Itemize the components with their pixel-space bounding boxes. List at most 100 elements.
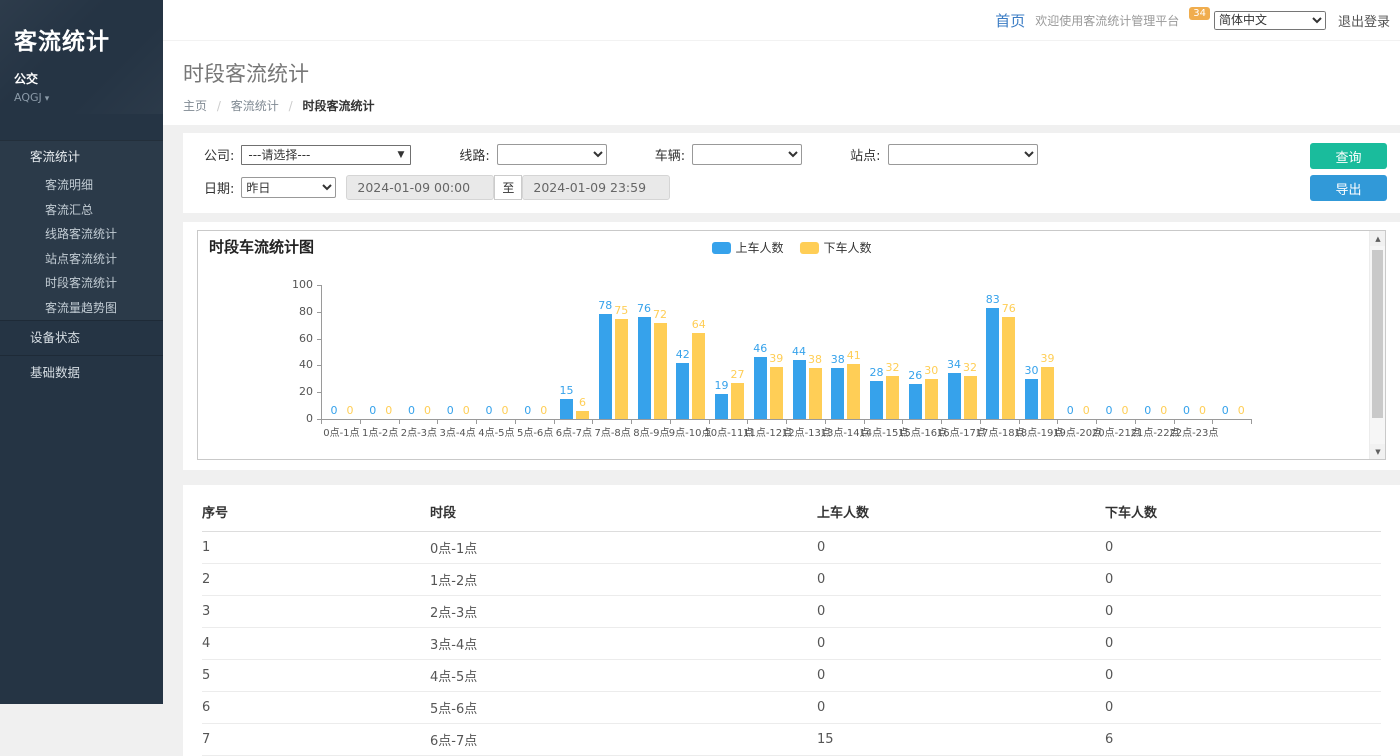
table-row: 32点-3点00 [202, 596, 1381, 628]
date-to-input[interactable] [522, 175, 670, 200]
table-cell: 6 [1105, 724, 1381, 756]
breadcrumb-separator: / [217, 99, 221, 113]
col-header-period: 时段 [430, 491, 817, 532]
x-axis-tick [980, 420, 981, 424]
x-axis-tick [592, 420, 593, 424]
bar-boarding [948, 373, 961, 419]
col-header-index: 序号 [202, 491, 430, 532]
company-select-value: ---请选择--- [248, 146, 310, 163]
scroll-down-icon[interactable]: ▼ [1370, 444, 1386, 459]
y-axis-tick-label: 80 [275, 305, 313, 318]
y-axis-tick [317, 339, 321, 340]
bar-alighting [809, 368, 822, 419]
x-axis-tick [1057, 420, 1058, 424]
scrollbar-thumb[interactable] [1372, 250, 1383, 418]
sidebar-subitem-flow-detail[interactable]: 客流明细 [0, 173, 163, 198]
date-preset-select[interactable]: 昨日 [241, 177, 336, 198]
x-axis-tick [786, 420, 787, 424]
x-axis-label: 8点-9点 [632, 424, 671, 439]
x-axis-tick [554, 420, 555, 424]
sidebar-subitem-station-flow-stats[interactable]: 站点客流统计 [0, 247, 163, 272]
company-select[interactable]: ---请选择--- ▼ [241, 145, 411, 165]
bar-group: 00 [477, 285, 516, 419]
bar-group: 00 [1097, 285, 1136, 419]
org-code-dropdown[interactable]: AQGJ▾ [14, 91, 149, 104]
company-label: 公司: [204, 145, 234, 164]
export-button[interactable]: 导出 [1310, 175, 1387, 201]
date-from-input[interactable] [346, 175, 494, 200]
sidebar-subitem-flow-trend-chart[interactable]: 客流量趋势图 [0, 296, 163, 321]
x-axis-tick [360, 420, 361, 424]
x-axis-tick [670, 420, 671, 424]
bar-group: 00 [1058, 285, 1097, 419]
y-axis-tick-label: 100 [275, 278, 313, 291]
bar-group: 00 [361, 285, 400, 419]
table-panel: 序号 时段 上车人数 下车人数 10点-1点0021点-2点0032点-3点00… [183, 485, 1400, 756]
bar-group: 00 [1175, 285, 1214, 419]
x-axis-tick [1019, 420, 1020, 424]
sidebar-subitem-line-flow-stats[interactable]: 线路客流统计 [0, 222, 163, 247]
x-axis-tick [437, 420, 438, 424]
breadcrumb-passenger-flow[interactable]: 客流统计 [231, 99, 279, 113]
y-axis-tick [317, 312, 321, 313]
x-axis-label: 7点-8点 [593, 424, 632, 439]
select-arrow-icon: ▼ [397, 150, 404, 160]
x-axis-label [1213, 424, 1252, 439]
line-select[interactable] [497, 144, 607, 165]
table-row: 21点-2点00 [202, 564, 1381, 596]
sidebar-item-passenger-flow-stats[interactable]: 客流统计 [0, 141, 163, 173]
bar-group: 4438 [787, 285, 826, 419]
bar-boarding [986, 308, 999, 419]
scroll-up-icon[interactable]: ▲ [1370, 231, 1386, 246]
bar-boarding [754, 357, 767, 419]
sidebar-subitem-period-flow-stats[interactable]: 时段客流统计 [0, 271, 163, 296]
vehicle-label: 车辆: [655, 145, 685, 164]
date-label: 日期: [204, 178, 234, 197]
bar-boarding [715, 394, 728, 419]
bar-alighting [964, 376, 977, 419]
bar-group: 7672 [632, 285, 671, 419]
bar-boarding [676, 363, 689, 419]
vehicle-select[interactable] [692, 144, 802, 165]
table-cell: 4 [202, 628, 430, 660]
station-select[interactable] [888, 144, 1038, 165]
bar-alighting [615, 319, 628, 420]
table-row: 76点-7点156 [202, 724, 1381, 756]
chart-legend: 上车人数下车人数 [711, 239, 871, 256]
x-axis-tick [1096, 420, 1097, 424]
x-axis-tick [515, 420, 516, 424]
y-axis-tick-label: 60 [275, 332, 313, 345]
language-select[interactable]: 简体中文 [1214, 11, 1326, 30]
table-cell: 0 [817, 692, 1105, 724]
sidebar: 客流统计 公交 AQGJ▾ 客流统计 客流明细客流汇总线路客流统计站点客流统计时… [0, 0, 163, 704]
query-button[interactable]: 查询 [1310, 143, 1387, 169]
home-link[interactable]: 首页 [995, 10, 1025, 31]
sidebar-item-base-data[interactable]: 基础数据 [0, 356, 163, 390]
y-axis-tick [317, 285, 321, 286]
table-row: 65点-6点00 [202, 692, 1381, 724]
table-cell: 2 [202, 564, 430, 596]
table-cell: 0 [1105, 660, 1381, 692]
bar-group: 3039 [1020, 285, 1059, 419]
bar-alighting [886, 376, 899, 419]
x-axis-tick [747, 420, 748, 424]
x-axis-tick [1212, 420, 1213, 424]
bar-group: 00 [438, 285, 477, 419]
bar-group: 4639 [748, 285, 787, 419]
y-axis-tick [317, 365, 321, 366]
legend-label: 下车人数 [824, 239, 872, 256]
sidebar-item-device-status[interactable]: 设备状态 [0, 321, 163, 355]
sidebar-subitem-flow-summary[interactable]: 客流汇总 [0, 198, 163, 223]
chart-scrollbar[interactable]: ▲ ▼ [1369, 231, 1385, 459]
table-row: 43点-4点00 [202, 628, 1381, 660]
table-cell: 3点-4点 [430, 628, 817, 660]
col-header-boarding: 上车人数 [817, 491, 1105, 532]
bar-alighting [654, 323, 667, 419]
x-axis-tick [1251, 420, 1252, 424]
logout-link[interactable]: 退出登录 [1338, 11, 1390, 30]
x-axis-tick [1135, 420, 1136, 424]
menu-group-passenger-flow: 客流统计 客流明细客流汇总线路客流统计站点客流统计时段客流统计客流量趋势图 [0, 140, 163, 320]
table-row: 10点-1点00 [202, 532, 1381, 564]
breadcrumb-home[interactable]: 主页 [183, 99, 207, 113]
table-cell: 6点-7点 [430, 724, 817, 756]
